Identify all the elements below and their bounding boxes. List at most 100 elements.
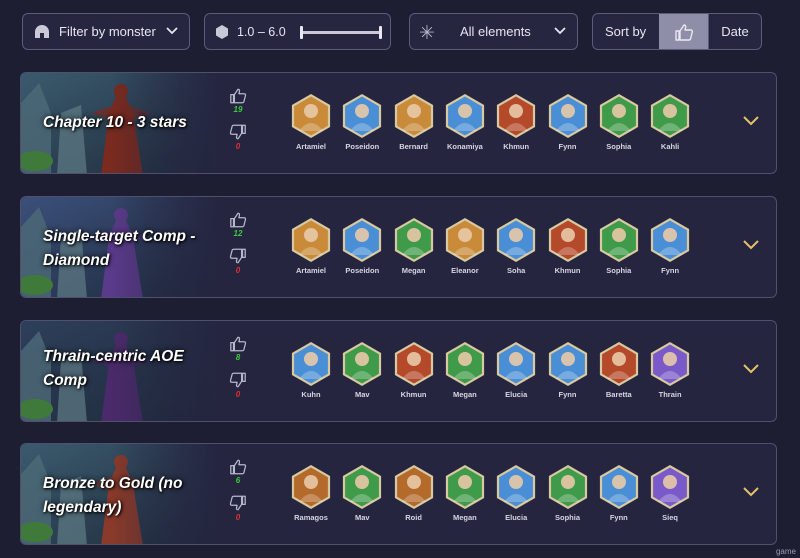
hero-portrait[interactable]: Artamiel: [289, 217, 333, 275]
hero-hexagon-icon: [650, 342, 690, 386]
stars-range-label: 1.0 – 6.0: [237, 24, 286, 39]
expand-button[interactable]: [742, 484, 760, 503]
element-filter-dropdown[interactable]: ✳ All elements: [409, 13, 578, 50]
hero-name: Kahli: [660, 142, 680, 151]
vote-panel: 12 0: [227, 211, 249, 277]
hero-hexagon-icon: [394, 342, 433, 386]
hero-portrait[interactable]: Kuhn: [289, 341, 333, 399]
downvote-count: 0: [235, 266, 241, 275]
hero-portrait[interactable]: Megan: [443, 341, 487, 399]
hero-hexagon-icon: [650, 218, 690, 262]
hero-portrait[interactable]: Sophia: [597, 217, 641, 275]
comp-title[interactable]: Single-target Comp - Diamond: [43, 225, 218, 273]
thumbs-down-icon[interactable]: [229, 248, 247, 265]
monster-filter-label: Filter by monster: [59, 24, 156, 39]
hero-hexagon-icon: [291, 218, 331, 262]
thumbs-up-icon[interactable]: [229, 458, 247, 475]
hero-portrait[interactable]: Poseidon: [340, 217, 384, 275]
hero-portrait[interactable]: Sophia: [546, 464, 590, 522]
comp-card[interactable]: Bronze to Gold (no legendary) 6 0 Ramago…: [20, 443, 777, 545]
comp-title[interactable]: Chapter 10 - 3 stars: [43, 111, 218, 135]
hero-portrait[interactable]: Fynn: [546, 341, 590, 399]
hero-portrait[interactable]: Roid: [392, 464, 436, 522]
thumbs-up-icon[interactable]: [229, 335, 247, 352]
hero-portrait[interactable]: Megan: [392, 217, 436, 275]
hero-portrait[interactable]: Mav: [340, 464, 384, 522]
comp-title[interactable]: Bronze to Gold (no legendary): [43, 472, 218, 520]
sort-by-votes-button[interactable]: [659, 14, 708, 49]
hero-portrait[interactable]: Poseidon: [340, 93, 384, 151]
hero-portrait[interactable]: Fynn: [648, 217, 692, 275]
chevron-down-icon: [743, 487, 759, 497]
expand-button[interactable]: [742, 361, 760, 380]
thumbs-up-icon[interactable]: [229, 87, 247, 104]
hero-hexagon-icon: [394, 94, 433, 138]
hero-hexagon-icon: [650, 465, 690, 509]
comp-title[interactable]: Thrain-centric AOE Comp: [43, 345, 218, 393]
hero-portrait[interactable]: Bernard: [392, 93, 436, 151]
hero-portrait[interactable]: Ramagos: [289, 464, 333, 522]
hero-portrait[interactable]: Elucia: [494, 341, 538, 399]
hero-hexagon-icon: [445, 342, 484, 386]
hero-portrait[interactable]: Elucia: [494, 464, 538, 522]
downvote-count: 0: [235, 142, 241, 151]
hero-portrait[interactable]: Fynn: [546, 93, 590, 151]
hero-portrait[interactable]: Khmun: [494, 93, 538, 151]
sort-control: Sort by Date: [592, 13, 762, 50]
chevron-down-icon: [743, 364, 759, 374]
hero-portrait[interactable]: Konamiya: [443, 93, 487, 151]
expand-button[interactable]: [742, 237, 760, 256]
hero-hexagon-icon: [497, 342, 536, 386]
expand-button[interactable]: [742, 113, 760, 132]
watermark: game: [775, 547, 796, 556]
hero-portrait[interactable]: Eleanor: [443, 217, 487, 275]
stars-range-slider[interactable]: [300, 26, 382, 39]
hero-name: Fynn: [661, 266, 680, 275]
hero-portrait[interactable]: Baretta: [597, 341, 641, 399]
thumbs-down-icon[interactable]: [229, 372, 247, 389]
stars-range-filter[interactable]: 1.0 – 6.0: [204, 13, 391, 50]
sort-by-date-button[interactable]: Date: [708, 14, 761, 49]
thumbs-down-icon[interactable]: [229, 124, 247, 141]
hero-portrait[interactable]: Sieq: [648, 464, 692, 522]
monster-filter-dropdown[interactable]: Filter by monster: [22, 13, 190, 50]
hero-hexagon-icon: [599, 218, 638, 262]
hero-portrait[interactable]: Artamiel: [289, 93, 333, 151]
thumbs-down-icon[interactable]: [229, 495, 247, 512]
comp-card[interactable]: Chapter 10 - 3 stars 19 0 Artamiel Posei…: [20, 72, 777, 174]
helmet-icon: [35, 24, 49, 38]
thumbs-up-icon[interactable]: [229, 211, 247, 228]
vote-panel: 19 0: [227, 87, 249, 153]
sort-label: Sort by: [605, 24, 647, 39]
comp-card[interactable]: Thrain-centric AOE Comp 8 0 Kuhn Mav Khm…: [20, 320, 777, 422]
chevron-down-icon: [743, 240, 759, 250]
slider-max-handle[interactable]: [379, 26, 382, 39]
hero-hexagon-icon: [548, 218, 587, 262]
hero-hexagon-icon: [343, 94, 382, 138]
vote-panel: 8 0: [227, 335, 249, 401]
comp-card[interactable]: Single-target Comp - Diamond 12 0 Artami…: [20, 196, 777, 298]
hero-portrait[interactable]: Khmun: [392, 341, 436, 399]
chevron-down-icon: [166, 27, 178, 35]
hero-portrait[interactable]: Thrain: [648, 341, 692, 399]
hero-portrait[interactable]: Megan: [443, 464, 487, 522]
hero-portrait[interactable]: Khmun: [546, 217, 590, 275]
hero-hexagon-icon: [291, 342, 331, 386]
chevron-down-icon: [554, 27, 566, 35]
slider-min-handle[interactable]: [300, 26, 303, 39]
upvote-count: 19: [233, 105, 243, 114]
hero-hexagon-icon: [650, 94, 690, 138]
hero-portrait[interactable]: Sophia: [597, 93, 641, 151]
hero-portrait[interactable]: Soha: [494, 217, 538, 275]
upvote-count: 12: [233, 229, 243, 238]
hero-portrait[interactable]: Kahli: [648, 93, 692, 151]
chevron-down-icon: [743, 116, 759, 126]
downvote-count: 0: [235, 390, 241, 399]
hero-hexagon-icon: [291, 465, 331, 509]
sort-date-label: Date: [721, 24, 749, 39]
hero-portrait[interactable]: Fynn: [597, 464, 641, 522]
hero-hexagon-icon: [599, 465, 638, 509]
hero-portrait[interactable]: Mav: [340, 341, 384, 399]
hero-hexagon-icon: [548, 465, 587, 509]
filter-bar: Filter by monster 1.0 – 6.0 ✳ All elemen…: [22, 13, 762, 50]
